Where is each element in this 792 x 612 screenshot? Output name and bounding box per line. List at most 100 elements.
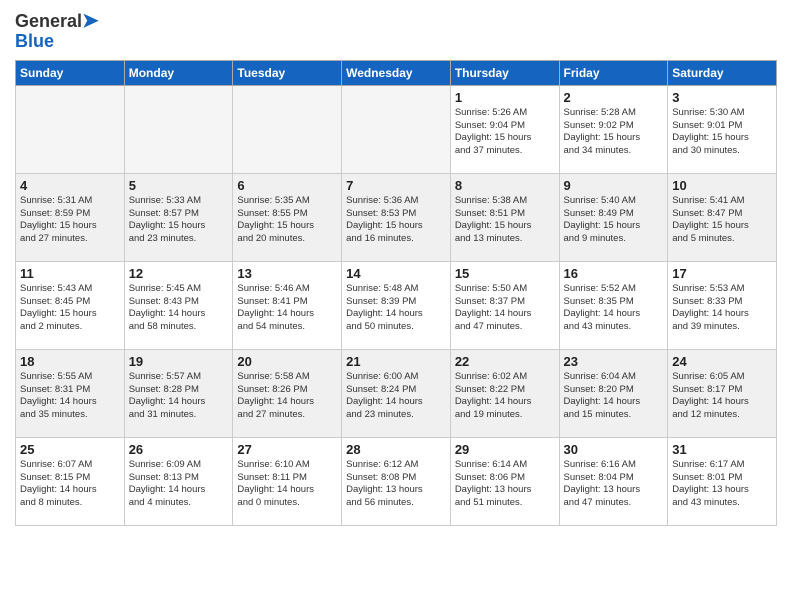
day-cell-15: 15 Sunrise: 5:50 AM Sunset: 8:37 PM Dayli… — [450, 261, 559, 349]
weekday-sunday: Sunday — [16, 60, 125, 85]
day-info: Sunrise: 6:10 AM Sunset: 8:11 PM Dayligh… — [237, 459, 337, 510]
day-cell-2: 2 Sunrise: 5:28 AM Sunset: 9:02 PM Daylig… — [559, 85, 668, 173]
day-number: 21 — [346, 354, 446, 369]
day-cell-19: 19 Sunrise: 5:57 AM Sunset: 8:28 PM Dayli… — [124, 349, 233, 437]
day-cell-31: 31 Sunrise: 6:17 AM Sunset: 8:01 PM Dayli… — [668, 437, 777, 525]
day-number: 28 — [346, 442, 446, 457]
day-cell-29: 29 Sunrise: 6:14 AM Sunset: 8:06 PM Dayli… — [450, 437, 559, 525]
day-cell-22: 22 Sunrise: 6:02 AM Sunset: 8:22 PM Dayli… — [450, 349, 559, 437]
day-info: Sunrise: 6:12 AM Sunset: 8:08 PM Dayligh… — [346, 459, 446, 510]
day-number: 31 — [672, 442, 772, 457]
day-cell-13: 13 Sunrise: 5:46 AM Sunset: 8:41 PM Dayli… — [233, 261, 342, 349]
day-info: Sunrise: 5:55 AM Sunset: 8:31 PM Dayligh… — [20, 371, 120, 422]
day-cell-14: 14Sunrise: 5:48 AM Sunset: 8:39 PM Dayli… — [342, 261, 451, 349]
logo: General➤ Blue — [15, 10, 99, 52]
day-info: Sunrise: 5:30 AM Sunset: 9:01 PM Dayligh… — [672, 107, 772, 158]
day-number: 11 — [20, 266, 120, 281]
day-cell-26: 26 Sunrise: 6:09 AM Sunset: 8:13 PM Dayli… — [124, 437, 233, 525]
day-info: Sunrise: 5:52 AM Sunset: 8:35 PM Dayligh… — [564, 283, 664, 334]
day-number: 26 — [129, 442, 229, 457]
day-cell-7: 7 Sunrise: 5:36 AM Sunset: 8:53 PM Daylig… — [342, 173, 451, 261]
day-number: 20 — [237, 354, 337, 369]
empty-cell — [124, 85, 233, 173]
day-info: Sunrise: 6:05 AM Sunset: 8:17 PM Dayligh… — [672, 371, 772, 422]
day-cell-6: 6Sunrise: 5:35 AM Sunset: 8:55 PM Daylig… — [233, 173, 342, 261]
logo-bird-icon: ➤ — [82, 10, 99, 32]
day-info: Sunrise: 5:36 AM Sunset: 8:53 PM Dayligh… — [346, 195, 446, 246]
day-number: 25 — [20, 442, 120, 457]
day-cell-20: 20 Sunrise: 5:58 AM Sunset: 8:26 PM Dayli… — [233, 349, 342, 437]
day-cell-10: 10Sunrise: 5:41 AM Sunset: 8:47 PM Dayli… — [668, 173, 777, 261]
day-number: 9 — [564, 178, 664, 193]
day-info: Sunrise: 5:26 AM Sunset: 9:04 PM Dayligh… — [455, 107, 555, 158]
day-number: 13 — [237, 266, 337, 281]
day-number: 4 — [20, 178, 120, 193]
calendar-table: SundayMondayTuesdayWednesdayThursdayFrid… — [15, 60, 777, 526]
day-number: 17 — [672, 266, 772, 281]
weekday-header-row: SundayMondayTuesdayWednesdayThursdayFrid… — [16, 60, 777, 85]
week-row-1: 1Sunrise: 5:26 AM Sunset: 9:04 PM Daylig… — [16, 85, 777, 173]
day-info: Sunrise: 6:02 AM Sunset: 8:22 PM Dayligh… — [455, 371, 555, 422]
day-info: Sunrise: 5:33 AM Sunset: 8:57 PM Dayligh… — [129, 195, 229, 246]
day-number: 12 — [129, 266, 229, 281]
day-info: Sunrise: 5:40 AM Sunset: 8:49 PM Dayligh… — [564, 195, 664, 246]
week-row-5: 25Sunrise: 6:07 AM Sunset: 8:15 PM Dayli… — [16, 437, 777, 525]
day-info: Sunrise: 5:38 AM Sunset: 8:51 PM Dayligh… — [455, 195, 555, 246]
day-info: Sunrise: 5:46 AM Sunset: 8:41 PM Dayligh… — [237, 283, 337, 334]
day-number: 10 — [672, 178, 772, 193]
weekday-monday: Monday — [124, 60, 233, 85]
day-cell-3: 3Sunrise: 5:30 AM Sunset: 9:01 PM Daylig… — [668, 85, 777, 173]
day-number: 29 — [455, 442, 555, 457]
day-info: Sunrise: 5:28 AM Sunset: 9:02 PM Dayligh… — [564, 107, 664, 158]
day-number: 19 — [129, 354, 229, 369]
day-cell-23: 23 Sunrise: 6:04 AM Sunset: 8:20 PM Dayli… — [559, 349, 668, 437]
day-info: Sunrise: 5:50 AM Sunset: 8:37 PM Dayligh… — [455, 283, 555, 334]
day-cell-24: 24 Sunrise: 6:05 AM Sunset: 8:17 PM Dayli… — [668, 349, 777, 437]
day-info: Sunrise: 6:04 AM Sunset: 8:20 PM Dayligh… — [564, 371, 664, 422]
week-row-4: 18 Sunrise: 5:55 AM Sunset: 8:31 PM Dayli… — [16, 349, 777, 437]
day-cell-17: 17 Sunrise: 5:53 AM Sunset: 8:33 PM Dayli… — [668, 261, 777, 349]
week-row-3: 11 Sunrise: 5:43 AM Sunset: 8:45 PM Dayli… — [16, 261, 777, 349]
logo-general: General — [15, 11, 82, 31]
day-number: 18 — [20, 354, 120, 369]
day-cell-25: 25Sunrise: 6:07 AM Sunset: 8:15 PM Dayli… — [16, 437, 125, 525]
day-cell-4: 4 Sunrise: 5:31 AM Sunset: 8:59 PM Daylig… — [16, 173, 125, 261]
day-info: Sunrise: 5:45 AM Sunset: 8:43 PM Dayligh… — [129, 283, 229, 334]
day-number: 5 — [129, 178, 229, 193]
weekday-wednesday: Wednesday — [342, 60, 451, 85]
day-cell-27: 27Sunrise: 6:10 AM Sunset: 8:11 PM Dayli… — [233, 437, 342, 525]
page-header: General➤ Blue — [15, 10, 777, 52]
day-info: Sunrise: 5:57 AM Sunset: 8:28 PM Dayligh… — [129, 371, 229, 422]
day-number: 22 — [455, 354, 555, 369]
day-number: 8 — [455, 178, 555, 193]
logo-blue: Blue — [15, 31, 54, 51]
day-number: 24 — [672, 354, 772, 369]
day-info: Sunrise: 5:48 AM Sunset: 8:39 PM Dayligh… — [346, 283, 446, 334]
weekday-friday: Friday — [559, 60, 668, 85]
day-cell-8: 8 Sunrise: 5:38 AM Sunset: 8:51 PM Daylig… — [450, 173, 559, 261]
day-info: Sunrise: 5:43 AM Sunset: 8:45 PM Dayligh… — [20, 283, 120, 334]
day-info: Sunrise: 6:16 AM Sunset: 8:04 PM Dayligh… — [564, 459, 664, 510]
day-info: Sunrise: 5:31 AM Sunset: 8:59 PM Dayligh… — [20, 195, 120, 246]
day-cell-9: 9 Sunrise: 5:40 AM Sunset: 8:49 PM Daylig… — [559, 173, 668, 261]
day-number: 23 — [564, 354, 664, 369]
day-info: Sunrise: 6:14 AM Sunset: 8:06 PM Dayligh… — [455, 459, 555, 510]
day-cell-30: 30 Sunrise: 6:16 AM Sunset: 8:04 PM Dayli… — [559, 437, 668, 525]
day-number: 2 — [564, 90, 664, 105]
day-info: Sunrise: 6:17 AM Sunset: 8:01 PM Dayligh… — [672, 459, 772, 510]
day-info: Sunrise: 6:09 AM Sunset: 8:13 PM Dayligh… — [129, 459, 229, 510]
day-cell-21: 21Sunrise: 6:00 AM Sunset: 8:24 PM Dayli… — [342, 349, 451, 437]
weekday-tuesday: Tuesday — [233, 60, 342, 85]
day-number: 15 — [455, 266, 555, 281]
day-number: 30 — [564, 442, 664, 457]
day-info: Sunrise: 5:58 AM Sunset: 8:26 PM Dayligh… — [237, 371, 337, 422]
day-info: Sunrise: 5:53 AM Sunset: 8:33 PM Dayligh… — [672, 283, 772, 334]
day-number: 6 — [237, 178, 337, 193]
weekday-thursday: Thursday — [450, 60, 559, 85]
day-cell-16: 16 Sunrise: 5:52 AM Sunset: 8:35 PM Dayli… — [559, 261, 668, 349]
day-number: 7 — [346, 178, 446, 193]
day-cell-5: 5 Sunrise: 5:33 AM Sunset: 8:57 PM Daylig… — [124, 173, 233, 261]
week-row-2: 4 Sunrise: 5:31 AM Sunset: 8:59 PM Daylig… — [16, 173, 777, 261]
day-number: 16 — [564, 266, 664, 281]
weekday-saturday: Saturday — [668, 60, 777, 85]
